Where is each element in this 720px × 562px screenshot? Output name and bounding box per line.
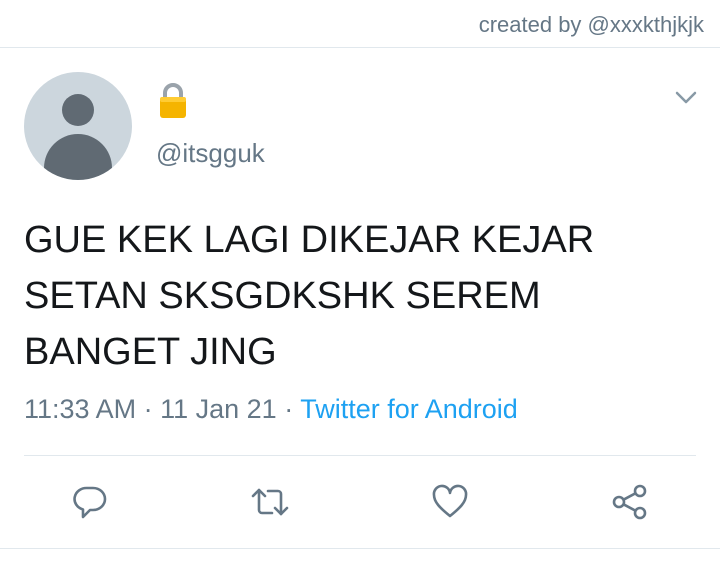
- bottom-divider: [0, 548, 720, 549]
- divider: [24, 455, 696, 456]
- user-handle[interactable]: @itsgguk: [156, 138, 265, 169]
- top-bar: created by @xxxkthjkjk: [0, 0, 720, 48]
- avatar-head: [62, 94, 94, 126]
- tweet-date: 11 Jan 21: [160, 394, 277, 424]
- chevron-down-icon[interactable]: [674, 90, 698, 111]
- meta-separator: ·: [136, 394, 161, 424]
- avatar[interactable]: [24, 72, 132, 180]
- tweet-text: GUE KEK LAGI DIKEJAR KEJAR SETAN SKSGDKS…: [24, 219, 595, 373]
- retweet-icon[interactable]: [250, 482, 290, 522]
- meta-separator: ·: [276, 394, 301, 424]
- tweet-source-link[interactable]: Twitter for Android: [300, 394, 518, 424]
- tweet-time: 11:33 AM: [24, 394, 137, 424]
- reply-icon[interactable]: [70, 482, 110, 522]
- heart-icon[interactable]: [430, 482, 470, 522]
- lock-icon: [156, 82, 190, 125]
- tweet-meta: 11:33 AM · 11 Jan 21 · Twitter for Andro…: [24, 394, 518, 425]
- avatar-shoulders: [44, 134, 112, 180]
- share-icon[interactable]: [610, 482, 650, 522]
- creator-credit: created by @xxxkthjkjk: [478, 12, 704, 37]
